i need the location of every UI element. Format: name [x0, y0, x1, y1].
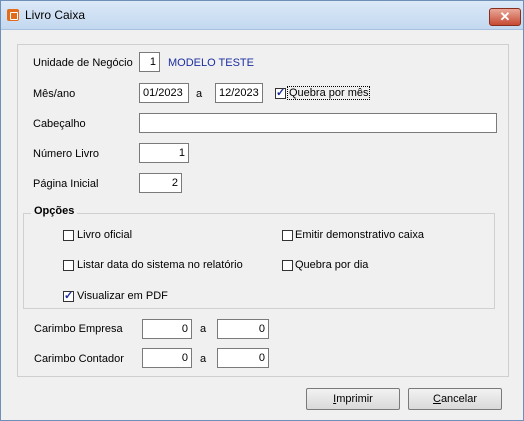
quebra-mes-label[interactable]: Quebra por mês [287, 86, 371, 100]
pagina-label: Página Inicial [33, 178, 99, 190]
mes-label: Mês/ano [33, 88, 76, 100]
livro-oficial-label[interactable]: Livro oficial [77, 229, 132, 241]
quebra-dia-label[interactable]: Quebra por dia [295, 259, 368, 271]
pagina-input[interactable]: 2 [139, 173, 182, 193]
cabecalho-label: Cabeçalho [33, 118, 86, 130]
carimbo-empresa-separator: a [200, 323, 207, 335]
unidade-name: MODELO TESTE [168, 57, 254, 69]
opcoes-title: Opções [31, 205, 78, 217]
title-bar[interactable]: Livro Caixa ✕ [1, 1, 523, 30]
mes-to-input[interactable]: 12/2023 [215, 83, 263, 103]
quebra-dia-checkbox[interactable] [282, 260, 293, 271]
listar-data-checkbox[interactable] [63, 260, 74, 271]
carimbo-empresa-from[interactable]: 0 [142, 319, 192, 339]
cancelar-label: ancelar [440, 393, 478, 405]
app-icon [7, 9, 19, 21]
mes-separator: a [196, 88, 203, 100]
emitir-demonstrativo-checkbox[interactable] [282, 230, 293, 241]
numero-label: Número Livro [33, 148, 100, 160]
carimbo-empresa-label: Carimbo Empresa [34, 323, 123, 335]
imprimir-label: mprimir [336, 393, 373, 405]
close-button[interactable]: ✕ [489, 8, 521, 26]
cancelar-button[interactable]: Cancelar [408, 388, 502, 410]
emitir-demonstrativo-label[interactable]: Emitir demonstrativo caixa [295, 229, 424, 241]
imprimir-button[interactable]: Imprimir [306, 388, 400, 410]
visualizar-pdf-checkbox[interactable] [63, 289, 74, 302]
window-title: Livro Caixa [25, 8, 86, 22]
carimbo-contador-to[interactable]: 0 [217, 348, 269, 368]
numero-input[interactable]: 1 [139, 143, 189, 163]
listar-data-label[interactable]: Listar data do sistema no relatório [77, 259, 243, 271]
carimbo-contador-label: Carimbo Contador [34, 353, 124, 365]
cancelar-accelerator: C [432, 393, 441, 405]
cabecalho-input[interactable] [139, 113, 497, 133]
carimbo-contador-separator: a [200, 353, 207, 365]
dialog-window: Livro Caixa ✕ Unidade de Negócio 1 MODEL… [0, 0, 524, 421]
unidade-label: Unidade de Negócio [33, 57, 133, 69]
quebra-mes-checkbox[interactable] [275, 86, 286, 99]
visualizar-pdf-label[interactable]: Visualizar em PDF [77, 290, 168, 302]
mes-from-input[interactable]: 01/2023 [139, 83, 189, 103]
carimbo-contador-from[interactable]: 0 [142, 348, 192, 368]
unidade-input[interactable]: 1 [139, 52, 160, 72]
carimbo-empresa-to[interactable]: 0 [217, 319, 269, 339]
livro-oficial-checkbox[interactable] [63, 230, 74, 241]
